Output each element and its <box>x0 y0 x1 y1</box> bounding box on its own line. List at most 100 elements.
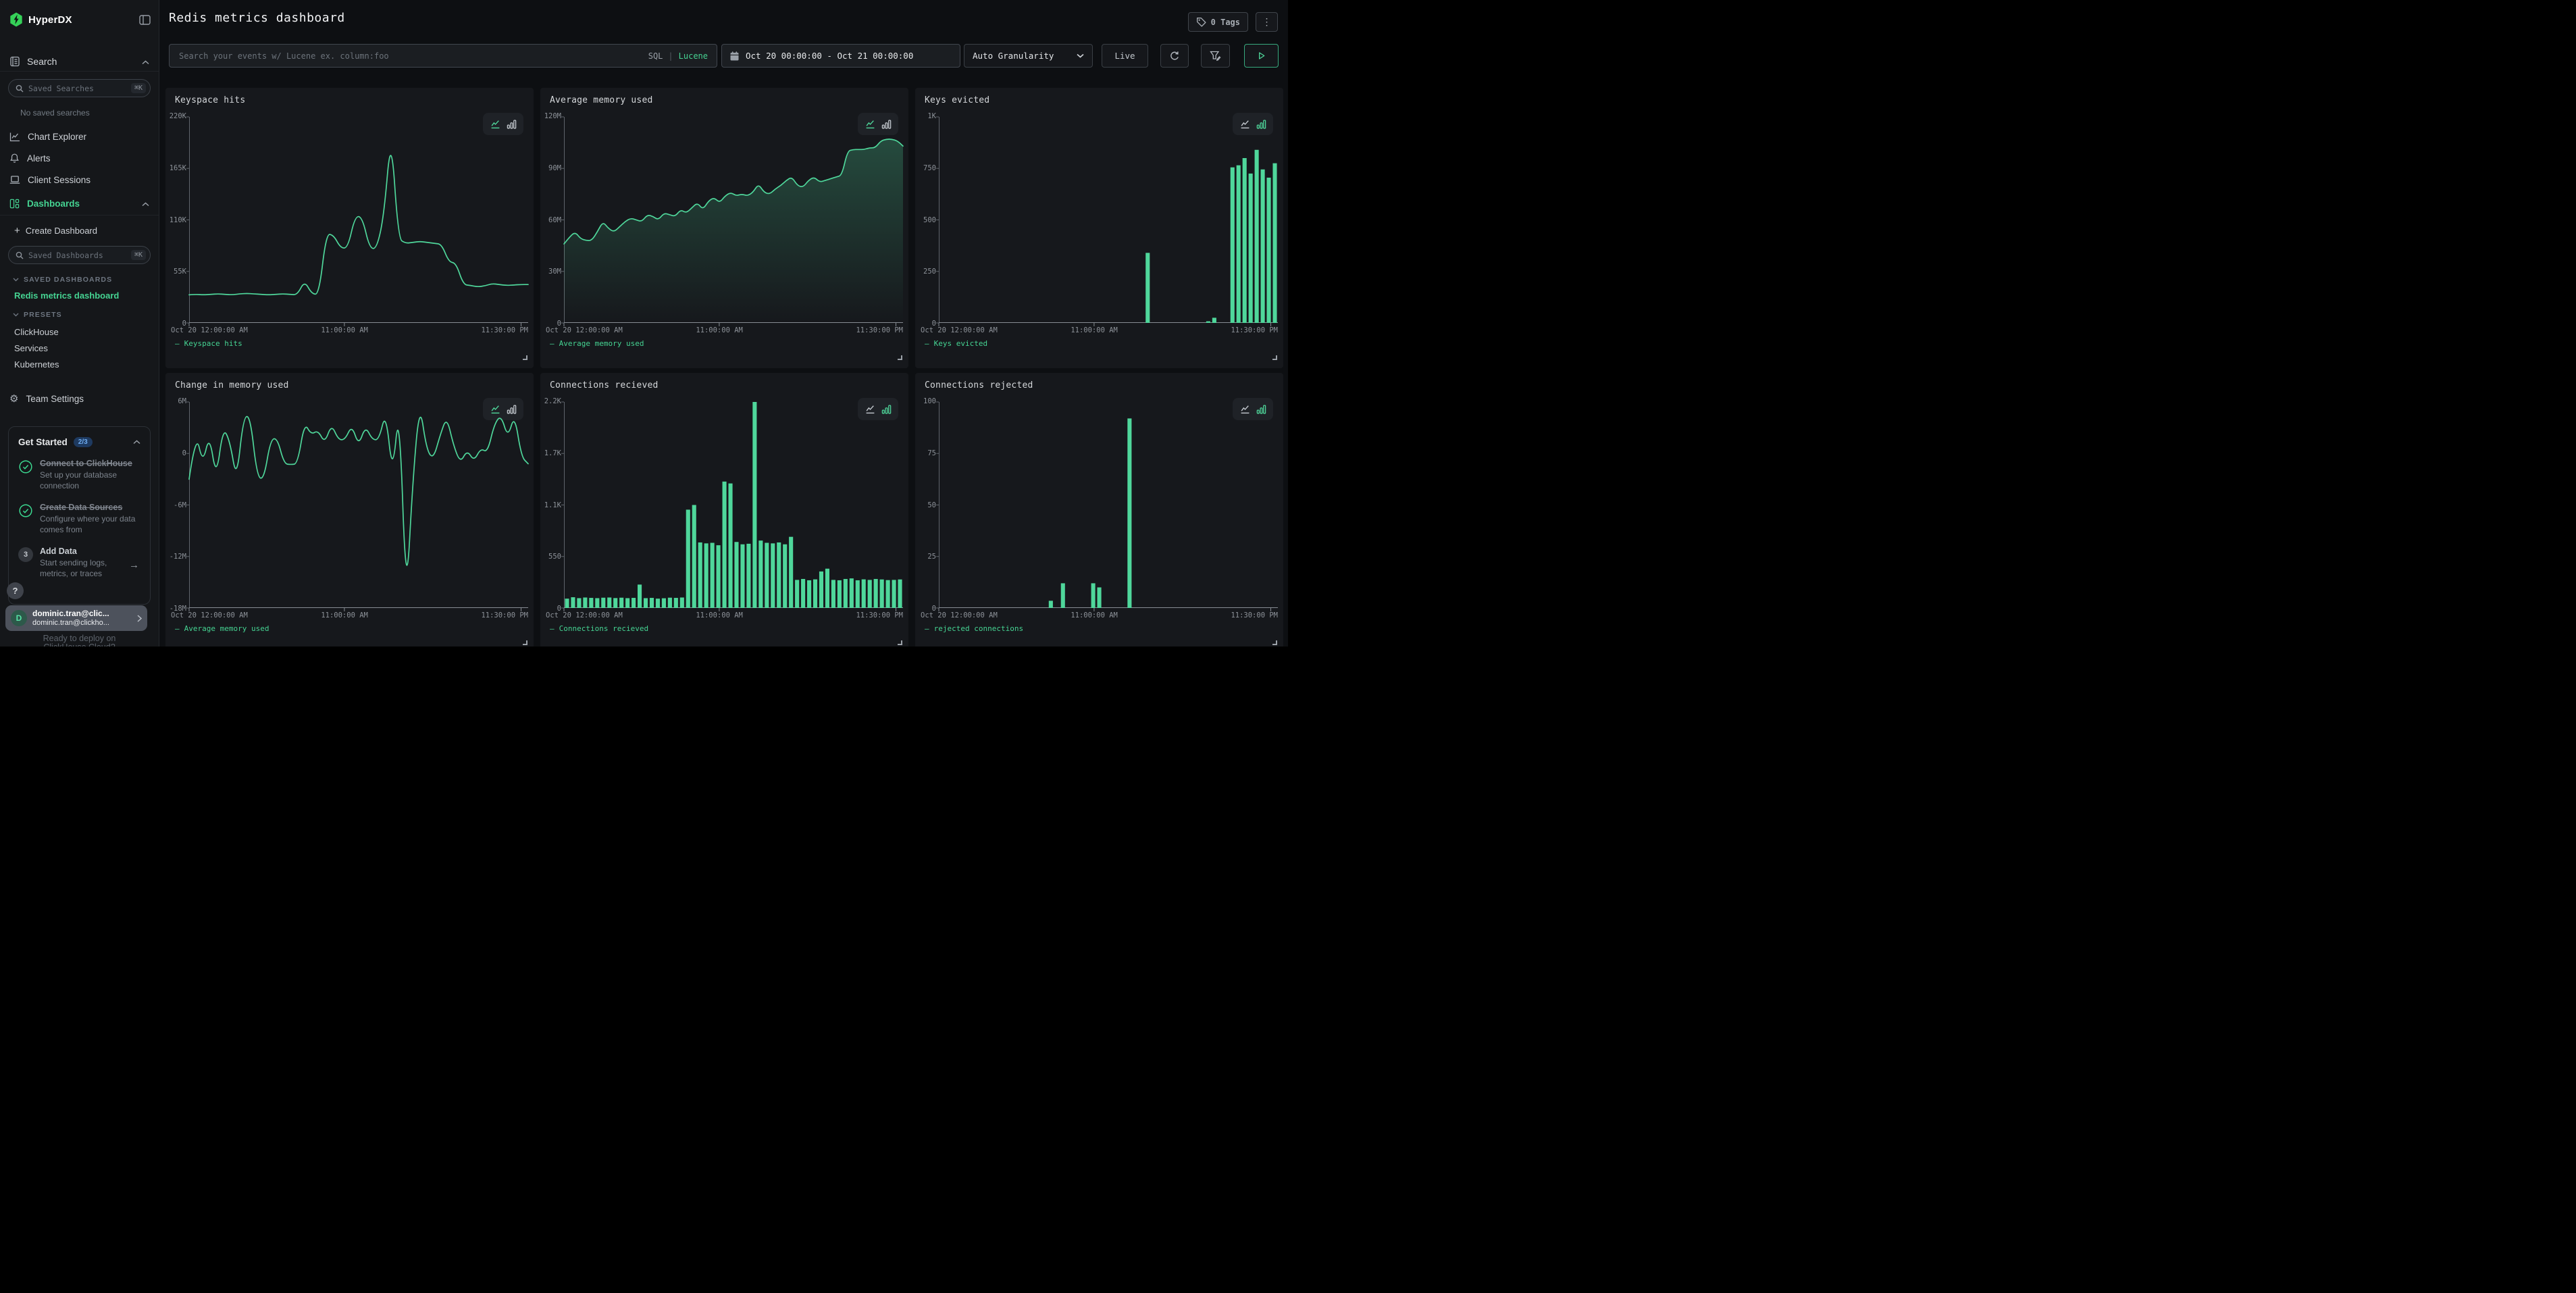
logo-row: HyperDX <box>0 11 159 28</box>
y-axis-labels: 1K7505002500 <box>915 112 936 328</box>
chart-panel-keyspace-hits: Keyspace hits 220K165K110K55K0 Oct 20 12… <box>165 88 534 368</box>
legend[interactable]: —Keyspace hits <box>175 339 242 348</box>
play-button[interactable] <box>1244 44 1279 68</box>
hyperdx-logo-icon <box>9 12 23 27</box>
promo-text-line1: Ready to deploy on <box>0 634 159 643</box>
get-started-title: Get Started <box>18 437 68 447</box>
plot-area <box>564 117 903 323</box>
chart-explorer-icon <box>9 132 20 142</box>
chart-title: Change in memory used <box>175 380 289 390</box>
create-dashboard-button[interactable]: + Create Dashboard <box>0 221 159 240</box>
chevron-down-icon <box>1077 53 1084 58</box>
refresh-button[interactable] <box>1160 44 1189 68</box>
date-range-value: Oct 20 00:00:00 - Oct 21 00:00:00 <box>746 51 913 61</box>
lucene-toggle[interactable]: Lucene <box>679 51 708 61</box>
avatar: D <box>11 610 27 626</box>
chart-title: Keyspace hits <box>175 95 245 105</box>
plot-area <box>939 402 1278 608</box>
plus-icon: + <box>14 226 20 236</box>
x-axis-labels: Oct 20 12:00:00 AM11:00:00 AM11:30:00 PM <box>546 611 903 621</box>
team-settings-label: Team Settings <box>26 394 84 404</box>
search-input[interactable] <box>170 51 648 61</box>
sidebar-item-services[interactable]: Services <box>0 343 159 353</box>
chevron-up-icon[interactable] <box>142 56 149 67</box>
sidebar-item-clickhouse[interactable]: ClickHouse <box>0 327 159 337</box>
sidebar-item-chart-explorer[interactable]: Chart Explorer <box>0 127 159 146</box>
resize-handle[interactable] <box>523 355 527 360</box>
search-section-label: Search <box>27 56 57 67</box>
calendar-icon <box>730 51 739 61</box>
check-circle-icon <box>18 458 33 492</box>
query-language-toggle[interactable]: SQL | Lucene <box>648 51 717 61</box>
saved-dashboards-field[interactable] <box>28 251 126 260</box>
step-number-badge: 3 <box>18 547 33 562</box>
chevron-up-icon[interactable] <box>142 199 149 209</box>
step-create-data-sources[interactable]: Create Data Sources Configure where your… <box>18 502 140 536</box>
resize-handle[interactable] <box>1272 355 1277 360</box>
legend[interactable]: —rejected connections <box>925 624 1023 633</box>
filter-button[interactable] <box>1201 44 1230 68</box>
sidebar-item-search[interactable]: Search <box>0 53 159 70</box>
help-button[interactable]: ? <box>7 582 24 599</box>
sidebar-item-dashboards[interactable]: Dashboards <box>0 194 159 213</box>
saved-searches-field[interactable] <box>28 84 126 93</box>
saved-dashboards-section-label[interactable]: SAVED DASHBOARDS <box>0 276 159 284</box>
live-button[interactable]: Live <box>1102 44 1148 68</box>
alerts-label: Alerts <box>27 153 51 163</box>
sidebar-item-kubernetes[interactable]: Kubernetes <box>0 359 159 370</box>
presets-section-label[interactable]: PRESETS <box>0 311 159 319</box>
search-bar: SQL | Lucene <box>169 44 717 68</box>
sidebar-item-team-settings[interactable]: ⚙ Team Settings <box>0 389 159 408</box>
main-content: Redis metrics dashboard 0 Tags ⋮ SQL | L… <box>160 0 1288 646</box>
chart-title: Average memory used <box>550 95 653 105</box>
sql-toggle[interactable]: SQL <box>648 51 663 61</box>
resize-handle[interactable] <box>1272 640 1277 645</box>
chart-panel-connections-rejected: Connections rejected 1007550250 Oct 20 1… <box>915 373 1283 646</box>
laptop-icon <box>9 175 20 184</box>
legend-marker: — <box>925 624 929 633</box>
chevron-up-icon[interactable] <box>133 436 140 448</box>
chart-panel-average-memory-used: Average memory used 120M90M60M30M0 Oct 2… <box>540 88 908 368</box>
legend-marker: — <box>550 624 555 633</box>
sidebar-item-redis-dashboard[interactable]: Redis metrics dashboard <box>0 290 159 301</box>
kebab-menu-button[interactable]: ⋮ <box>1256 12 1278 32</box>
step-connect-clickhouse[interactable]: Connect to ClickHouse Set up your databa… <box>18 458 140 492</box>
legend[interactable]: —Average memory used <box>550 339 644 348</box>
app: HyperDX Search ⌘K No saved searches <box>0 0 1288 646</box>
collapse-sidebar-icon[interactable] <box>139 15 151 25</box>
check-circle-icon <box>18 502 33 536</box>
saved-dashboards-input[interactable]: ⌘K <box>8 246 151 264</box>
legend[interactable]: —Keys evicted <box>925 339 987 348</box>
y-axis-labels: 220K165K110K55K0 <box>165 112 186 328</box>
search-icon <box>16 251 24 259</box>
progress-badge: 2/3 <box>74 437 93 447</box>
sidebar-item-client-sessions[interactable]: Client Sessions <box>0 170 159 189</box>
resize-handle[interactable] <box>898 355 902 360</box>
chart-title: Keys evicted <box>925 95 989 105</box>
divider <box>0 71 159 72</box>
x-axis-labels: Oct 20 12:00:00 AM11:00:00 AM11:30:00 PM <box>171 326 528 336</box>
dashboards-icon <box>9 199 20 209</box>
legend[interactable]: —Average memory used <box>175 624 269 633</box>
shortcut-badge: ⌘K <box>131 250 146 260</box>
user-menu[interactable]: D dominic.tran@clic... dominic.tran@clic… <box>5 605 147 631</box>
sidebar-item-alerts[interactable]: Alerts <box>0 149 159 168</box>
legend-marker: — <box>175 624 180 633</box>
gear-icon: ⚙ <box>9 392 18 405</box>
resize-handle[interactable] <box>898 640 902 645</box>
x-axis-labels: Oct 20 12:00:00 AM11:00:00 AM11:30:00 PM <box>546 326 903 336</box>
chart-panel-keys-evicted: Keys evicted 1K7505002500 Oct 20 12:00:0… <box>915 88 1283 368</box>
user-email: dominic.tran@clickho... <box>32 619 132 628</box>
y-axis-labels: 2.2K1.7K1.1K5500 <box>540 397 561 613</box>
granularity-select[interactable]: Auto Granularity <box>964 44 1093 68</box>
tags-button[interactable]: 0 Tags <box>1188 12 1248 32</box>
date-range-picker[interactable]: Oct 20 00:00:00 - Oct 21 00:00:00 <box>721 44 960 68</box>
y-axis-labels: 6M0-6M-12M-18M <box>165 397 186 613</box>
tag-icon <box>1196 17 1206 27</box>
refresh-icon <box>1169 51 1180 61</box>
resize-handle[interactable] <box>523 640 527 645</box>
search-section-icon <box>9 56 20 67</box>
legend[interactable]: —Connections recieved <box>550 624 648 633</box>
saved-searches-input[interactable]: ⌘K <box>8 79 151 97</box>
step-add-data[interactable]: 3 Add Data Start sending logs, metrics, … <box>18 546 140 580</box>
